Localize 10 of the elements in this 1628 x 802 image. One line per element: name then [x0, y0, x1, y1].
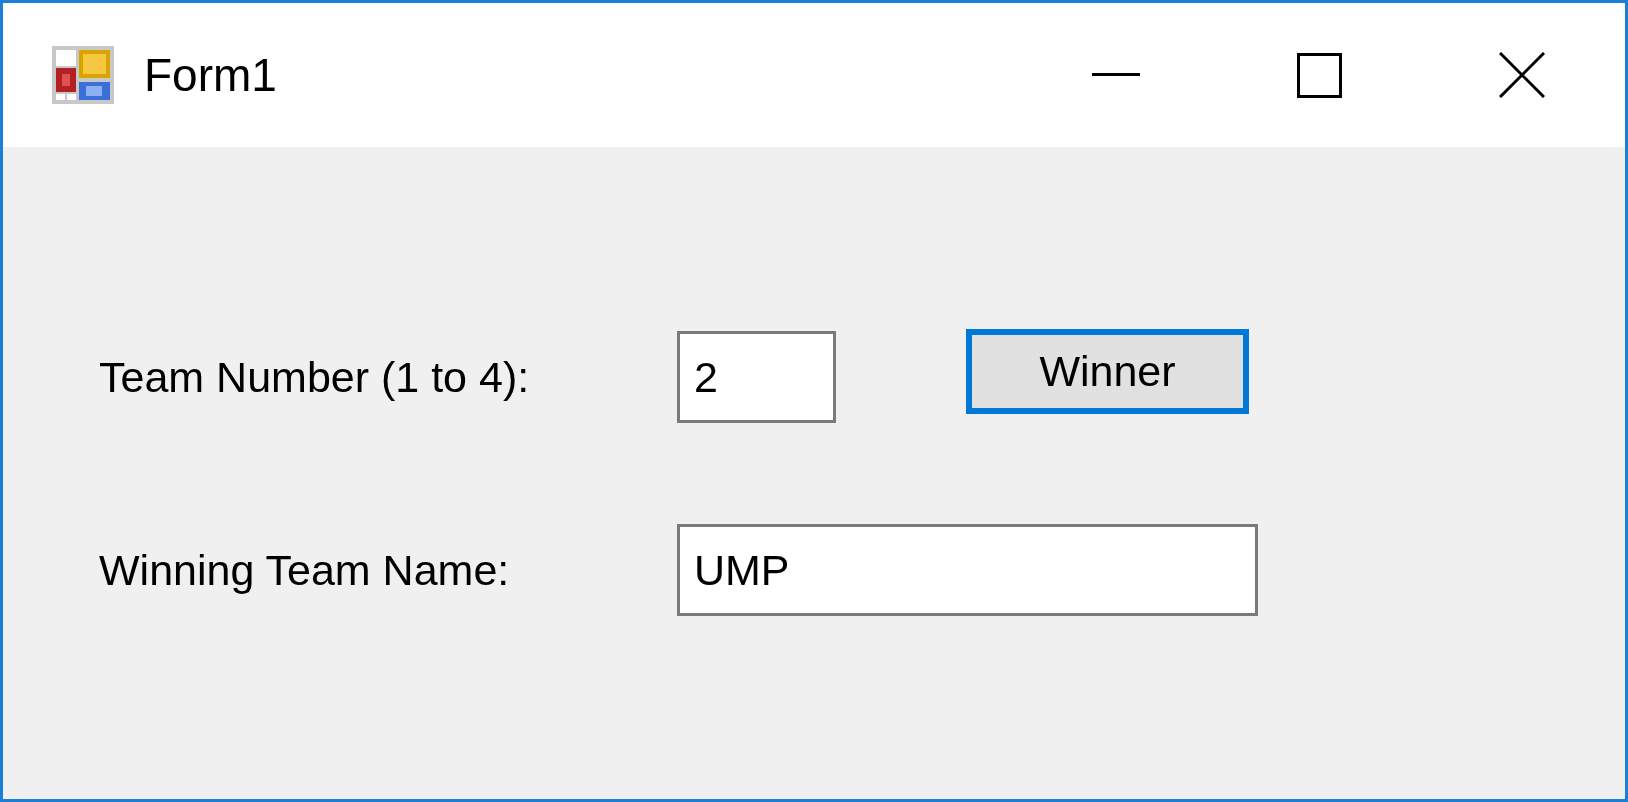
window-title: Form1: [144, 48, 277, 102]
close-icon[interactable]: [1499, 52, 1545, 98]
minimize-icon[interactable]: [1092, 73, 1140, 77]
field-label: Winning Team Name:: [99, 545, 511, 595]
winner-button[interactable]: Winner: [966, 328, 1249, 414]
app-icon: [52, 46, 114, 104]
text-field[interactable]: 2: [677, 331, 836, 423]
text-field[interactable]: UMP: [677, 524, 1258, 616]
maximize-icon[interactable]: [1297, 52, 1342, 98]
field-label: Team Number (1 to 4):: [99, 352, 531, 402]
